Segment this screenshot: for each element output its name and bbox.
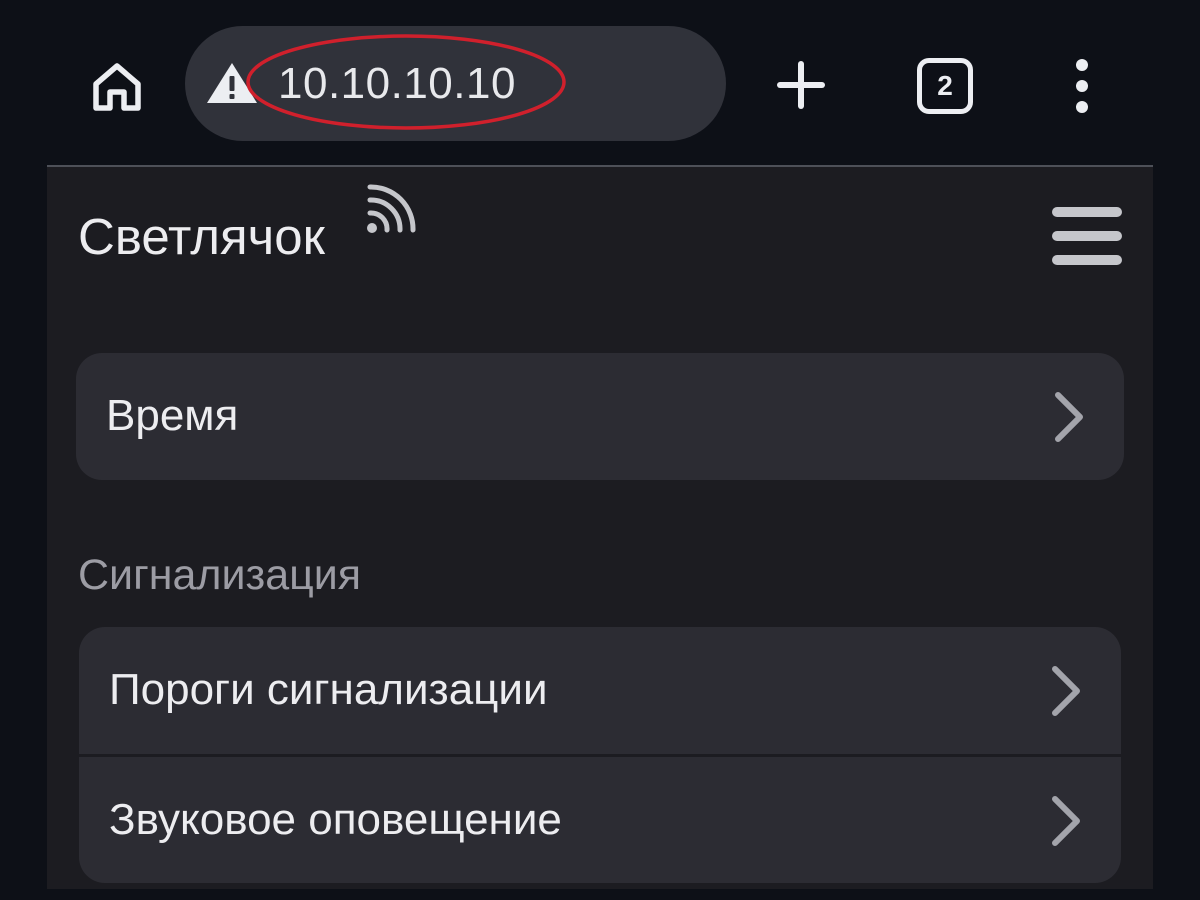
chevron-right-icon [1052, 796, 1080, 846]
web-page: Светлячок Время Сигнализация Пороги сигн… [47, 165, 1153, 889]
warning-triangle-icon[interactable] [206, 62, 258, 104]
menu-card-alarm: Пороги сигнализации Звуковое оповещение [79, 627, 1121, 883]
plus-icon [777, 61, 825, 109]
tab-switcher-button[interactable]: 2 [917, 58, 973, 114]
menu-item-alarm-thresholds[interactable]: Пороги сигнализации [79, 627, 1121, 754]
menu-item-sound-alert[interactable]: Звуковое оповещение [79, 757, 1121, 883]
new-tab-button[interactable] [772, 56, 830, 114]
url-text[interactable]: 10.10.10.10 [278, 56, 516, 112]
menu-item-label: Пороги сигнализации [109, 665, 548, 714]
home-icon [93, 63, 141, 111]
browser-menu-button[interactable] [1066, 58, 1098, 114]
menu-item-time[interactable]: Время [76, 353, 1124, 480]
hamburger-icon[interactable] [1052, 205, 1122, 267]
wifi-icon [367, 184, 416, 233]
menu-item-label: Время [106, 391, 239, 440]
home-button[interactable] [88, 58, 146, 116]
section-heading: Сигнализация [78, 551, 362, 599]
chevron-right-icon [1055, 392, 1083, 442]
more-vertical-icon [1076, 59, 1088, 113]
chevron-right-icon [1052, 666, 1080, 716]
menu-card-time[interactable]: Время [76, 353, 1124, 480]
browser-toolbar: 10.10.10.10 2 [0, 0, 1200, 165]
page-title: Светлячок [78, 208, 325, 265]
menu-item-label: Звуковое оповещение [109, 795, 562, 844]
